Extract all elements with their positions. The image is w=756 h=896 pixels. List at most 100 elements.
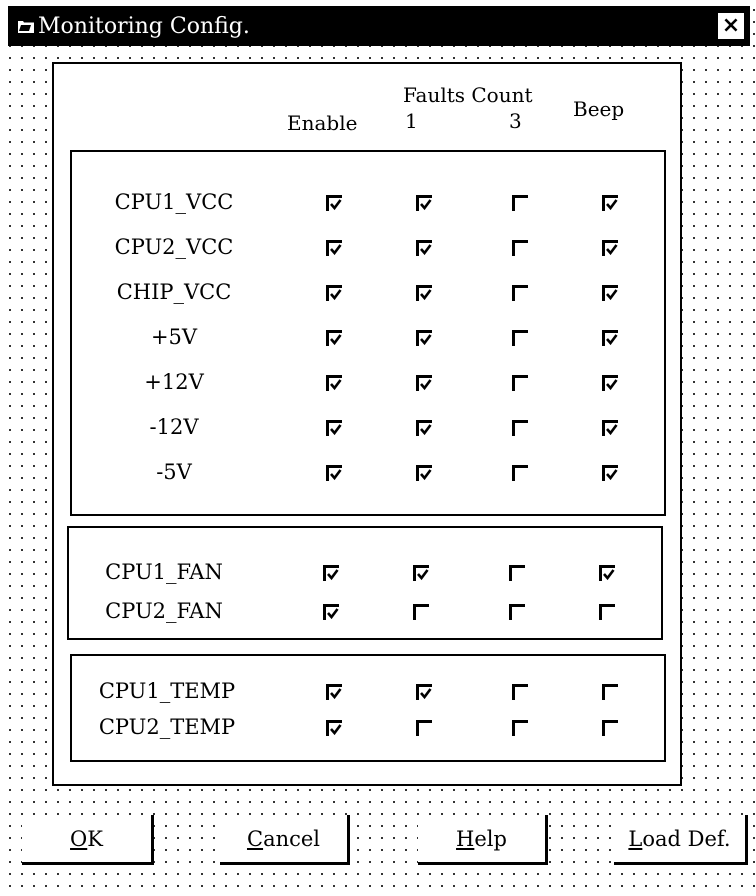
fan-beep-checkbox[interactable] (599, 604, 615, 620)
voltage-faults-1-checkbox[interactable] (416, 285, 432, 301)
checkmark-icon (330, 724, 342, 736)
voltage-faults-1-checkbox[interactable] (416, 420, 432, 436)
voltage-faults-3-checkbox[interactable] (512, 285, 528, 301)
fan-beep-checkbox[interactable] (599, 565, 615, 581)
voltage-enable-checkbox[interactable] (326, 240, 342, 256)
checkmark-icon (420, 289, 432, 301)
window-app-icon (18, 21, 34, 33)
temp-faults-1-checkbox[interactable] (416, 720, 432, 736)
load-defaults-button[interactable]: Load Def. (614, 815, 748, 865)
voltage-enable-checkbox[interactable] (326, 285, 342, 301)
load-defaults-button-label: Load Def. (628, 826, 731, 851)
fan-faults-1-checkbox[interactable] (413, 565, 429, 581)
checkmark-icon (330, 379, 342, 391)
checkmark-icon (327, 608, 339, 620)
voltage-faults-3-checkbox[interactable] (512, 240, 528, 256)
voltage-faults-1-checkbox[interactable] (416, 195, 432, 211)
fan-faults-3-checkbox[interactable] (509, 565, 525, 581)
help-button[interactable]: Help (418, 815, 548, 865)
checkmark-icon (330, 289, 342, 301)
checkmark-icon (420, 688, 432, 700)
header-faults-count: Faults Count (403, 83, 533, 107)
header-enable: Enable (287, 111, 358, 135)
voltage-enable-checkbox[interactable] (326, 330, 342, 346)
checkmark-icon (330, 199, 342, 211)
voltage-beep-checkbox[interactable] (602, 285, 618, 301)
checkmark-icon (330, 244, 342, 256)
fan-faults-1-checkbox[interactable] (413, 604, 429, 620)
temp-faults-3-checkbox[interactable] (512, 684, 528, 700)
voltage-beep-checkbox[interactable] (602, 420, 618, 436)
title-bar: Monitoring Config. × (8, 6, 750, 46)
voltage-enable-checkbox[interactable] (326, 195, 342, 211)
voltage-faults-3-checkbox[interactable] (512, 465, 528, 481)
voltage-row-label: -12V (149, 415, 199, 439)
ok-button[interactable]: OK (22, 815, 154, 865)
checkmark-icon (603, 569, 615, 581)
window-title: Monitoring Config. (38, 13, 250, 39)
voltage-beep-checkbox[interactable] (602, 465, 618, 481)
cancel-button[interactable]: Cancel (220, 815, 350, 865)
checkmark-icon (606, 334, 618, 346)
temp-group: CPU1_TEMP CPU2_TEMP (70, 654, 666, 762)
checkmark-icon (330, 688, 342, 700)
temp-faults-1-checkbox[interactable] (416, 684, 432, 700)
voltage-row-label: +5V (150, 325, 198, 349)
fan-faults-3-checkbox[interactable] (509, 604, 525, 620)
voltage-faults-3-checkbox[interactable] (512, 420, 528, 436)
cancel-button-label: Cancel (246, 826, 321, 851)
voltage-row-label: +12V (144, 370, 204, 394)
voltage-row-label: CPU2_VCC (114, 235, 234, 259)
fan-row-label: CPU2_FAN (105, 599, 223, 623)
voltage-row-label: -5V (156, 460, 192, 484)
fan-group: CPU1_FAN CPU2_FAN (67, 526, 663, 640)
checkmark-icon (420, 199, 432, 211)
close-icon: × (721, 13, 741, 38)
checkmark-icon (420, 469, 432, 481)
checkmark-icon (606, 379, 618, 391)
checkmark-icon (330, 334, 342, 346)
voltage-row-label: CPU1_VCC (114, 190, 234, 214)
checkmark-icon (606, 289, 618, 301)
voltage-enable-checkbox[interactable] (326, 375, 342, 391)
temp-beep-checkbox[interactable] (602, 684, 618, 700)
voltage-faults-3-checkbox[interactable] (512, 375, 528, 391)
ok-button-label: OK (70, 826, 103, 851)
voltage-faults-1-checkbox[interactable] (416, 465, 432, 481)
checkmark-icon (417, 569, 429, 581)
checkmark-icon (420, 424, 432, 436)
temp-enable-checkbox[interactable] (326, 684, 342, 700)
temp-faults-3-checkbox[interactable] (512, 720, 528, 736)
monitoring-panel: Enable Faults Count 1 3 Beep CPU1_VCC CPU… (52, 62, 682, 786)
voltage-faults-1-checkbox[interactable] (416, 330, 432, 346)
checkmark-icon (420, 379, 432, 391)
voltage-beep-checkbox[interactable] (602, 330, 618, 346)
checkmark-icon (330, 424, 342, 436)
voltage-row-label: CHIP_VCC (116, 280, 232, 304)
temp-row-label: CPU1_TEMP (98, 679, 236, 703)
voltage-faults-1-checkbox[interactable] (416, 240, 432, 256)
temp-beep-checkbox[interactable] (602, 720, 618, 736)
checkmark-icon (327, 569, 339, 581)
temp-enable-checkbox[interactable] (326, 720, 342, 736)
fan-enable-checkbox[interactable] (323, 565, 339, 581)
voltage-faults-1-checkbox[interactable] (416, 375, 432, 391)
voltage-beep-checkbox[interactable] (602, 240, 618, 256)
checkmark-icon (606, 424, 618, 436)
voltage-beep-checkbox[interactable] (602, 375, 618, 391)
voltage-enable-checkbox[interactable] (326, 465, 342, 481)
voltage-enable-checkbox[interactable] (326, 420, 342, 436)
voltage-group: CPU1_VCC CPU2_VCC CHIP_VCC +5V +12V -12V -5V (70, 150, 666, 516)
voltage-beep-checkbox[interactable] (602, 195, 618, 211)
fan-enable-checkbox[interactable] (323, 604, 339, 620)
header-faults-3: 3 (509, 109, 522, 133)
checkmark-icon (606, 244, 618, 256)
fan-row-label: CPU1_FAN (105, 560, 223, 584)
header-beep: Beep (573, 97, 625, 121)
voltage-faults-3-checkbox[interactable] (512, 195, 528, 211)
header-faults-1: 1 (405, 109, 418, 133)
close-button[interactable]: × (718, 13, 744, 39)
help-button-label: Help (456, 826, 507, 851)
voltage-faults-3-checkbox[interactable] (512, 330, 528, 346)
checkmark-icon (330, 469, 342, 481)
